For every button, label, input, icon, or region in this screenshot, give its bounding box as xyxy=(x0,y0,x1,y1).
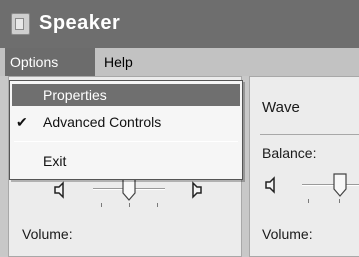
title-bar[interactable]: Speaker xyxy=(0,0,359,48)
balance-label: Balance: xyxy=(262,145,317,161)
menu-item-properties[interactable]: Properties xyxy=(12,84,240,106)
speaker-left-icon xyxy=(265,176,275,194)
slider-tick xyxy=(157,203,158,207)
balance-slider-track xyxy=(302,184,359,186)
menu-item-label: Exit xyxy=(43,153,67,169)
window-title: Speaker xyxy=(39,12,121,34)
menu-item-label: Properties xyxy=(43,87,107,103)
menu-item-label: Advanced Controls xyxy=(43,114,162,130)
slider-tick xyxy=(101,203,102,207)
speaker-right-icon xyxy=(192,181,202,199)
slider-tick xyxy=(129,203,130,207)
volume-label: Volume: xyxy=(22,226,73,242)
mixer-panel-wave: Wave Balance: Volume: xyxy=(249,76,359,257)
menu-item-exit[interactable]: Exit xyxy=(12,150,240,172)
menu-separator xyxy=(14,141,238,142)
options-dropdown-menu: Properties ✔ Advanced Controls Exit xyxy=(9,80,243,180)
menu-bar: Options Help xyxy=(0,48,359,76)
slider-tick xyxy=(308,199,309,203)
menu-help[interactable]: Help xyxy=(104,48,133,76)
menu-item-advanced-controls[interactable]: ✔ Advanced Controls xyxy=(12,111,240,133)
channel-title: Wave xyxy=(262,99,300,116)
volume-label: Volume: xyxy=(262,226,313,242)
divider xyxy=(260,134,359,135)
speaker-left-icon xyxy=(54,181,64,199)
speaker-app-icon xyxy=(11,13,30,35)
slider-tick xyxy=(339,199,340,203)
checkmark-icon: ✔ xyxy=(16,114,28,130)
speaker-window: Speaker Options Help Volume: Wave Balanc… xyxy=(0,0,359,257)
balance-slider-thumb[interactable] xyxy=(122,177,136,201)
menu-options[interactable]: Options xyxy=(5,48,95,76)
balance-slider-thumb[interactable] xyxy=(333,173,347,197)
